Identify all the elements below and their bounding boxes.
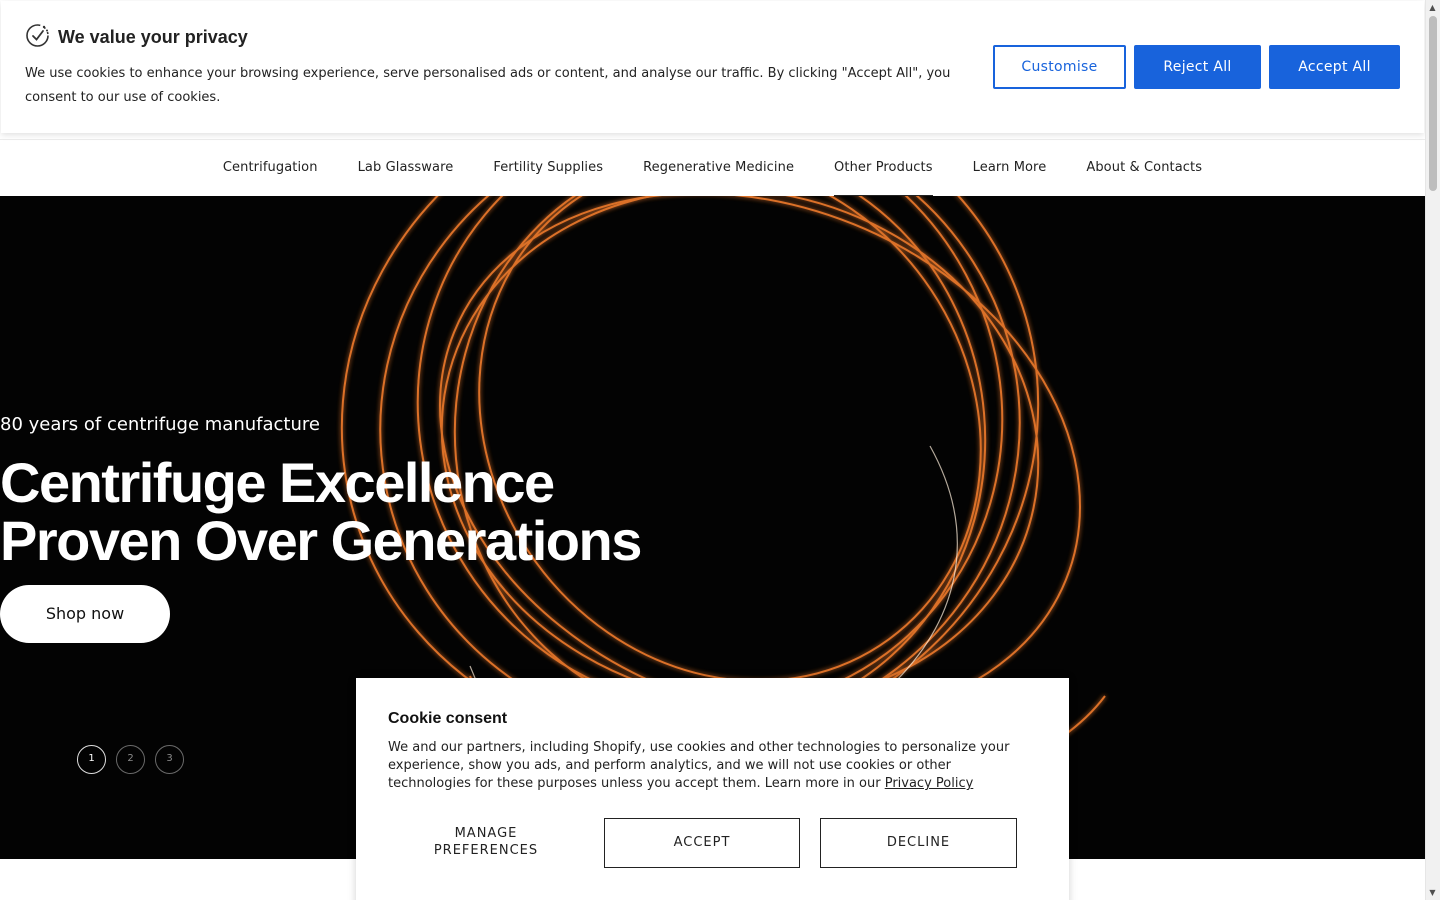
slide-dot-2[interactable]: 2 bbox=[116, 745, 145, 774]
privacy-title: We value your privacy bbox=[58, 27, 248, 47]
customise-button[interactable]: Customise bbox=[993, 45, 1126, 89]
hero-eyebrow: 80 years of centrifuge manufacture bbox=[0, 414, 320, 435]
cookie-decline-button[interactable]: DECLINE bbox=[820, 818, 1017, 868]
scroll-up-arrow-icon[interactable]: ▲ bbox=[1425, 0, 1440, 15]
main-navigation: Centrifugation Lab Glassware Fertility S… bbox=[0, 139, 1425, 197]
hero-title-line-2: Proven Over Generations bbox=[0, 509, 642, 572]
nav-item-about-contacts[interactable]: About & Contacts bbox=[1066, 140, 1222, 197]
nav-item-regenerative-medicine[interactable]: Regenerative Medicine bbox=[623, 140, 814, 197]
nav-item-other-products[interactable]: Other Products bbox=[814, 140, 953, 197]
privacy-header: We value your privacy bbox=[25, 23, 248, 52]
nav-item-lab-glassware[interactable]: Lab Glassware bbox=[338, 140, 474, 197]
hero-title: Centrifuge Excellence Proven Over Genera… bbox=[0, 451, 642, 572]
reject-all-button[interactable]: Reject All bbox=[1134, 45, 1261, 89]
cookie-consent-dialog: Cookie consent We and our partners, incl… bbox=[356, 678, 1069, 900]
hero-title-line-1: Centrifuge Excellence bbox=[0, 451, 555, 514]
privacy-banner: We value your privacy We use cookies to … bbox=[1, 1, 1424, 133]
manage-preferences-line-2: PREFERENCES bbox=[433, 843, 539, 858]
scrollbar-thumb[interactable] bbox=[1429, 16, 1437, 191]
nav-items: Centrifugation Lab Glassware Fertility S… bbox=[0, 140, 1425, 197]
cookie-accept-button[interactable]: ACCEPT bbox=[604, 818, 800, 868]
scroll-down-arrow-icon[interactable]: ▼ bbox=[1425, 885, 1440, 900]
nav-item-fertility-supplies[interactable]: Fertility Supplies bbox=[473, 140, 623, 197]
vertical-scrollbar[interactable]: ▲ ▼ bbox=[1425, 0, 1440, 900]
privacy-policy-link[interactable]: Privacy Policy bbox=[885, 776, 974, 791]
cookie-consent-title: Cookie consent bbox=[388, 710, 508, 727]
accept-all-button[interactable]: Accept All bbox=[1269, 45, 1400, 89]
page: Centrifugation Lab Glassware Fertility S… bbox=[0, 0, 1440, 900]
nav-item-centrifugation[interactable]: Centrifugation bbox=[203, 140, 338, 197]
slide-dot-3[interactable]: 3 bbox=[155, 745, 184, 774]
manage-preferences-line-1: MANAGE bbox=[454, 826, 518, 841]
slide-pagination: 1 2 3 bbox=[77, 745, 184, 774]
nav-item-learn-more[interactable]: Learn More bbox=[953, 140, 1067, 197]
shop-now-button[interactable]: Shop now bbox=[0, 585, 170, 643]
manage-preferences-button[interactable]: MANAGE PREFERENCES bbox=[389, 818, 583, 868]
cookie-check-icon bbox=[25, 23, 50, 52]
privacy-description: We use cookies to enhance your browsing … bbox=[25, 66, 951, 105]
slide-dot-1[interactable]: 1 bbox=[77, 745, 106, 774]
cookie-consent-description: We and our partners, including Shopify, … bbox=[388, 739, 1028, 793]
